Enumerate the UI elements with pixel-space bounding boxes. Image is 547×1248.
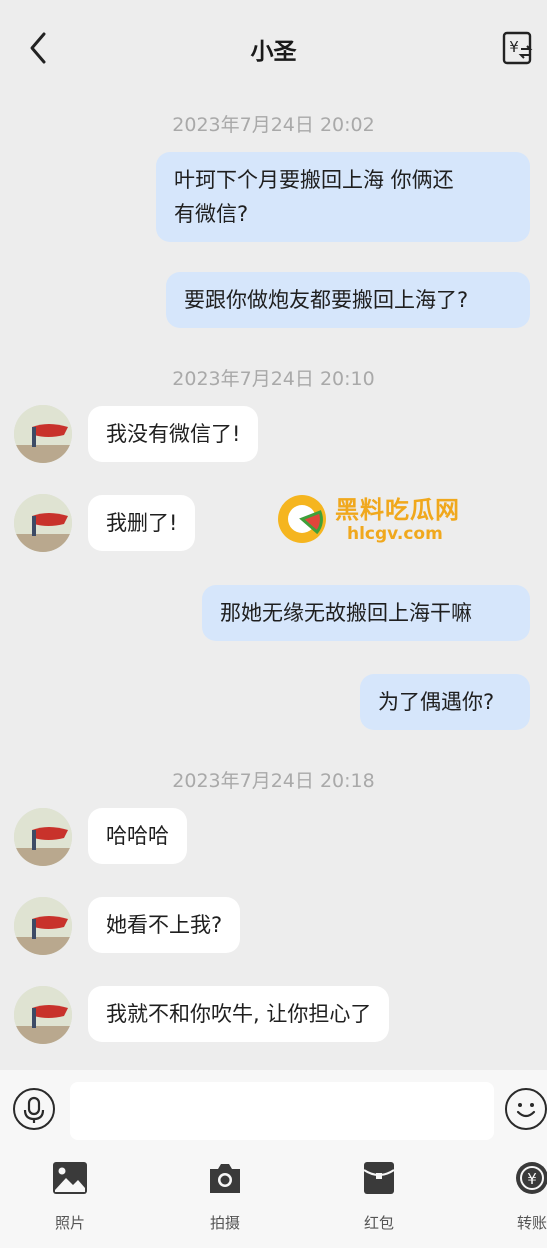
svg-text:¥: ¥ — [509, 38, 519, 56]
message-input[interactable] — [70, 1082, 494, 1140]
avatar-image — [14, 897, 72, 955]
avatar-image — [14, 494, 72, 552]
microphone-icon — [23, 1096, 45, 1123]
transfer-shortcut-button[interactable]: ¥ — [501, 30, 535, 66]
message-bubble-outgoing[interactable]: 那她无缘无故搬回上海干嘛 — [202, 585, 530, 641]
red-packet-label: 红包 — [363, 1214, 394, 1232]
chat-title: 小圣 — [250, 39, 297, 65]
camera-button[interactable]: 拍摄 — [185, 1158, 265, 1238]
chat-screen: 小圣 ¥ 2023年7月24日 20:02 叶珂下个月要搬回上海 你俩还 有微信… — [0, 0, 547, 1248]
watermark-url: hlcgv.com — [347, 524, 443, 544]
red-packet-icon — [363, 1162, 395, 1194]
watermark-title: 黑料吃瓜网 — [335, 496, 460, 524]
message-bubble-incoming[interactable]: 她看不上我? — [88, 897, 241, 953]
voice-input-button[interactable] — [13, 1088, 55, 1130]
camera-label: 拍摄 — [209, 1214, 240, 1232]
contact-avatar[interactable] — [14, 897, 72, 955]
smiley-icon — [516, 1103, 536, 1118]
svg-text:¥: ¥ — [527, 1170, 537, 1188]
contact-avatar[interactable] — [14, 986, 72, 1044]
input-bar — [0, 1070, 547, 1150]
contact-avatar[interactable] — [14, 405, 72, 463]
attachment-toolbar: 照片 拍摄 红包 ¥ 转账 — [0, 1150, 547, 1248]
contact-avatar[interactable] — [14, 808, 72, 866]
photo-label: 照片 — [54, 1214, 85, 1232]
emoji-button[interactable] — [505, 1088, 547, 1130]
timestamp: 2023年7月24日 20:02 — [172, 114, 375, 136]
camera-icon — [210, 1164, 240, 1193]
transfer-icon: ¥ — [516, 1162, 547, 1194]
yuan-transfer-icon: ¥ — [502, 31, 533, 65]
chat-header: 小圣 ¥ — [0, 0, 547, 96]
photo-icon — [53, 1162, 87, 1194]
avatar-image — [14, 405, 72, 463]
message-bubble-incoming[interactable]: 我删了! — [88, 495, 196, 551]
avatar-image — [14, 986, 72, 1044]
watermark: 黑料吃瓜网 hlcgv.com — [275, 490, 485, 550]
timestamp: 2023年7月24日 20:18 — [172, 770, 375, 792]
message-bubble-outgoing[interactable]: 为了偶遇你? — [360, 674, 530, 730]
message-bubble-outgoing[interactable]: 要跟你做炮友都要搬回上海了? — [166, 272, 530, 328]
message-bubble-incoming[interactable]: 哈哈哈 — [88, 808, 187, 864]
transfer-button[interactable]: ¥ 转账 — [492, 1158, 547, 1238]
contact-avatar[interactable] — [14, 494, 72, 552]
timestamp: 2023年7月24日 20:10 — [172, 368, 375, 390]
watermelon-logo-icon — [278, 495, 326, 543]
red-packet-button[interactable]: 红包 — [339, 1158, 419, 1238]
message-bubble-incoming[interactable]: 我没有微信了! — [88, 406, 259, 462]
message-bubble-outgoing[interactable]: 叶珂下个月要搬回上海 你俩还 有微信? — [156, 152, 530, 242]
message-bubble-incoming[interactable]: 我就不和你吹牛, 让你担心了 — [88, 986, 390, 1042]
transfer-label: 转账 — [516, 1214, 547, 1232]
photo-button[interactable]: 照片 — [30, 1158, 110, 1238]
avatar-image — [14, 808, 72, 866]
